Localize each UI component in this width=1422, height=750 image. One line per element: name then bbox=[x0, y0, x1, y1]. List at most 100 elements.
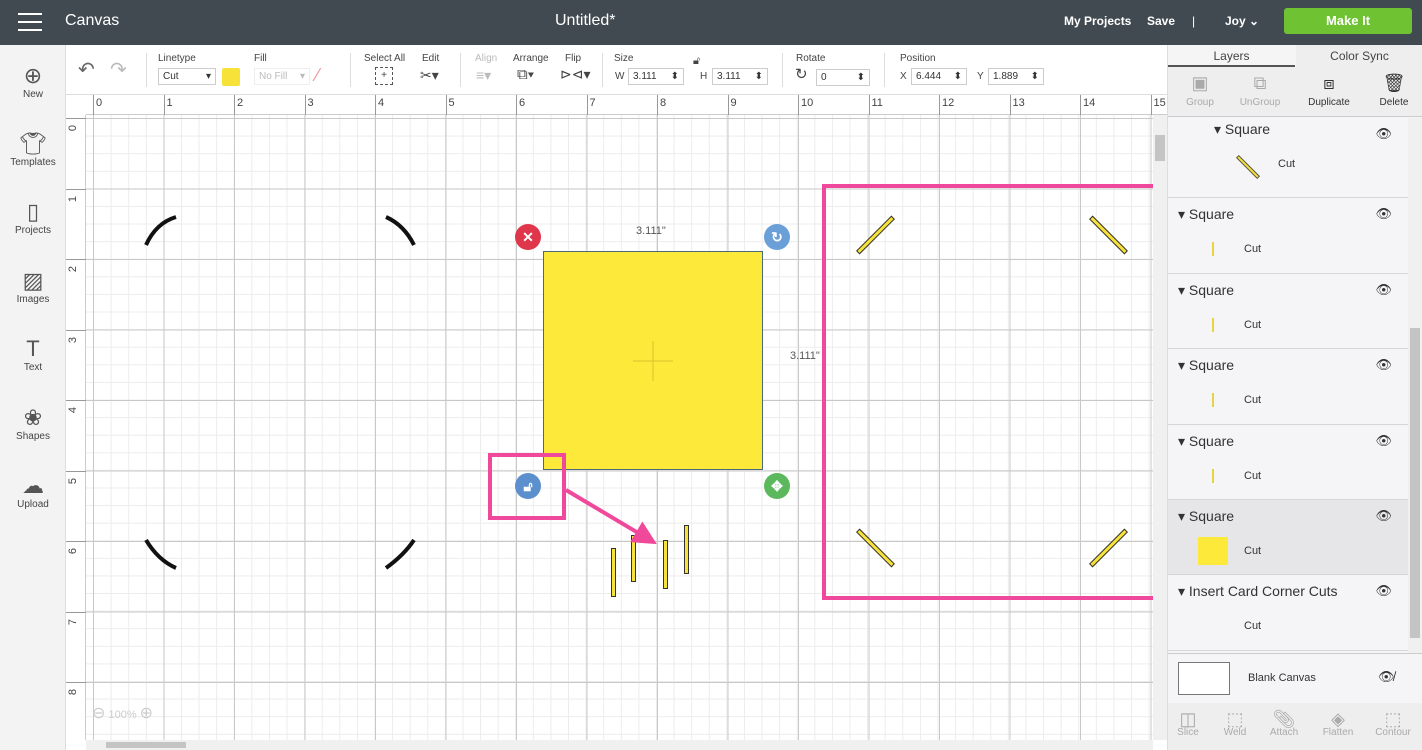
ruler-tick bbox=[304, 95, 306, 115]
sliver-shape[interactable] bbox=[631, 535, 636, 582]
layer-item[interactable]: ▾ Square 👁︎ Cut bbox=[1168, 198, 1408, 274]
sidebar-label: Text bbox=[23, 362, 43, 373]
fill-value: No Fill bbox=[259, 71, 288, 82]
no-fill-slash-icon: ⁄ bbox=[316, 65, 320, 85]
blank-canvas-row[interactable]: Blank Canvas 👁︎̸ bbox=[1168, 653, 1422, 703]
sidebar-item-images[interactable]: ▨ Images bbox=[0, 268, 66, 305]
top-bar: Canvas Untitled* My Projects Save | Joy … bbox=[0, 0, 1422, 45]
align-button[interactable]: Align bbox=[475, 53, 497, 64]
color-swatch[interactable] bbox=[222, 68, 240, 86]
attach-button[interactable]: 📎︎ Attach bbox=[1254, 705, 1314, 738]
corner-cut-top-right[interactable] bbox=[385, 215, 416, 246]
zoom-in-icon[interactable]: ⊕ bbox=[140, 705, 153, 722]
corner-cut-top-left[interactable] bbox=[144, 215, 177, 246]
vertical-scrollbar[interactable] bbox=[1153, 115, 1167, 740]
ruler-tick-label: 7 bbox=[67, 618, 80, 625]
eye-icon[interactable]: 👁︎ bbox=[1375, 206, 1392, 222]
flip-icon[interactable]: ⊳⊲▾ bbox=[560, 66, 591, 83]
sidebar-item-new[interactable]: ⊕ New bbox=[0, 63, 66, 100]
fill-select[interactable]: No Fill ▾ bbox=[254, 68, 310, 85]
duplicate-button[interactable]: ⧈ Duplicate bbox=[1297, 69, 1361, 108]
sidebar-item-projects[interactable]: ▯ Projects bbox=[0, 199, 66, 236]
y-position-input[interactable]: 1.889 ⬍ bbox=[988, 68, 1044, 85]
eye-icon[interactable]: 👁︎ bbox=[1375, 433, 1392, 449]
arrange-icon[interactable]: ⧉▾ bbox=[517, 66, 534, 83]
delete-button[interactable]: 🗑︎ Delete bbox=[1362, 69, 1422, 108]
sliver-shape[interactable] bbox=[663, 540, 668, 589]
linetype-select[interactable]: Cut ▾ bbox=[158, 68, 216, 85]
layer-item-selected[interactable]: ▾ Square 👁︎ Cut bbox=[1168, 500, 1408, 575]
delete-handle-icon[interactable]: ✕ bbox=[515, 224, 541, 250]
sidebar-label: Images bbox=[16, 294, 50, 305]
eye-hidden-icon[interactable]: 👁︎̸ bbox=[1378, 669, 1395, 685]
resize-handle-icon[interactable]: ✥ bbox=[764, 473, 790, 499]
ruler-tick-label: 4 bbox=[67, 406, 80, 414]
ruler-tick-label: 6 bbox=[519, 97, 526, 109]
ruler-tick-label: 13 bbox=[1012, 97, 1025, 109]
lock-aspect-icon[interactable]: 🔓︎ bbox=[693, 55, 700, 68]
undo-icon[interactable]: ↶ bbox=[78, 57, 95, 82]
save-button[interactable]: Save bbox=[1147, 14, 1175, 28]
layers-scrollbar[interactable] bbox=[1408, 118, 1422, 653]
sidebar-label: Shapes bbox=[16, 431, 50, 442]
redo-icon[interactable]: ↷ bbox=[110, 57, 127, 82]
layer-op: Cut bbox=[1244, 620, 1262, 632]
sidebar-item-shapes[interactable]: ❀ Shapes bbox=[0, 405, 66, 442]
sliver-shape[interactable] bbox=[611, 548, 616, 597]
eye-icon[interactable]: 👁︎ bbox=[1375, 583, 1392, 599]
sliver-shape[interactable] bbox=[684, 525, 689, 574]
width-input[interactable]: 3.111 ⬍ bbox=[628, 68, 684, 85]
select-all-button[interactable]: Select All bbox=[364, 53, 405, 64]
eye-icon[interactable]: 👁︎ bbox=[1375, 126, 1392, 142]
ruler-tick bbox=[66, 611, 86, 613]
contour-button[interactable]: ⬚ Contour bbox=[1363, 705, 1422, 738]
group-button[interactable]: ▣ Group bbox=[1168, 69, 1232, 108]
caret-down-icon: ▾ bbox=[205, 71, 211, 82]
hamburger-menu-icon[interactable] bbox=[18, 13, 42, 31]
ruler-tick bbox=[657, 95, 658, 115]
layer-item[interactable]: ▾ Insert Card Corner Cuts 👁︎ Cut bbox=[1168, 575, 1408, 651]
rotate-input[interactable]: 0 ⬍ bbox=[816, 69, 870, 86]
layer-actions: ▣ Group ⧉ UnGroup ⧈ Duplicate 🗑︎ Delete bbox=[1168, 67, 1422, 117]
tab-color-sync[interactable]: Color Sync bbox=[1296, 45, 1422, 67]
ungroup-button[interactable]: ⧉ UnGroup bbox=[1228, 69, 1292, 108]
sidebar-item-upload[interactable]: ☁ Upload bbox=[0, 473, 66, 510]
ruler-tick bbox=[516, 95, 517, 115]
bottom-actions: ◫ Slice ⬚ Weld 📎︎ Attach ◈ Flatten ⬚ Contour bbox=[1168, 703, 1422, 750]
layer-item[interactable]: ▾ Square 👁︎ Cut bbox=[1168, 425, 1408, 500]
duplicate-label: Duplicate bbox=[1308, 97, 1350, 108]
layer-item[interactable]: ▾ Square 👁︎ Cut bbox=[1168, 118, 1408, 198]
eye-icon[interactable]: 👁︎ bbox=[1375, 357, 1392, 373]
document-title: Untitled* bbox=[555, 12, 616, 29]
edit-button[interactable]: Edit bbox=[422, 53, 439, 64]
make-it-button[interactable]: Make It bbox=[1284, 8, 1412, 34]
sidebar-label: Projects bbox=[14, 225, 52, 236]
flip-button[interactable]: Flip bbox=[565, 53, 581, 64]
layer-item[interactable]: ▾ Square 👁︎ Cut bbox=[1168, 349, 1408, 425]
zoom-out-icon[interactable]: ⊖ bbox=[92, 705, 105, 722]
flatten-button[interactable]: ◈ Flatten bbox=[1308, 705, 1368, 738]
layer-op: Cut bbox=[1244, 394, 1262, 406]
height-input[interactable]: 3.111 ⬍ bbox=[712, 68, 768, 85]
layer-name: ▾ Square bbox=[1178, 357, 1235, 373]
ruler-tick bbox=[163, 95, 165, 115]
rotate-handle-icon[interactable]: ↻ bbox=[764, 224, 790, 250]
horizontal-scrollbar[interactable] bbox=[86, 740, 1153, 750]
corner-cut-bottom-left[interactable] bbox=[144, 538, 177, 570]
sidebar-item-text[interactable]: T Text bbox=[0, 336, 66, 373]
arrange-button[interactable]: Arrange bbox=[513, 53, 549, 64]
x-position-input[interactable]: 6.444 ⬍ bbox=[911, 68, 967, 85]
select-all-icon[interactable]: + bbox=[375, 67, 393, 85]
eye-icon[interactable]: 👁︎ bbox=[1375, 282, 1392, 298]
user-menu[interactable]: Joy ⌄ bbox=[1225, 14, 1259, 28]
eye-icon[interactable]: 👁︎ bbox=[1375, 508, 1392, 524]
my-projects-link[interactable]: My Projects bbox=[1064, 14, 1131, 28]
sidebar-item-templates[interactable]: 👕︎ Templates bbox=[0, 131, 66, 168]
slice-label: Slice bbox=[1177, 727, 1199, 738]
width-label: W bbox=[615, 71, 625, 82]
tab-layers[interactable]: Layers bbox=[1168, 45, 1295, 67]
align-icon[interactable]: ≡▾ bbox=[476, 67, 491, 84]
corner-cut-bottom-right[interactable] bbox=[384, 538, 416, 570]
edit-scissors-icon[interactable]: ✂▾ bbox=[420, 67, 439, 84]
layer-item[interactable]: ▾ Square 👁︎ Cut bbox=[1168, 274, 1408, 349]
